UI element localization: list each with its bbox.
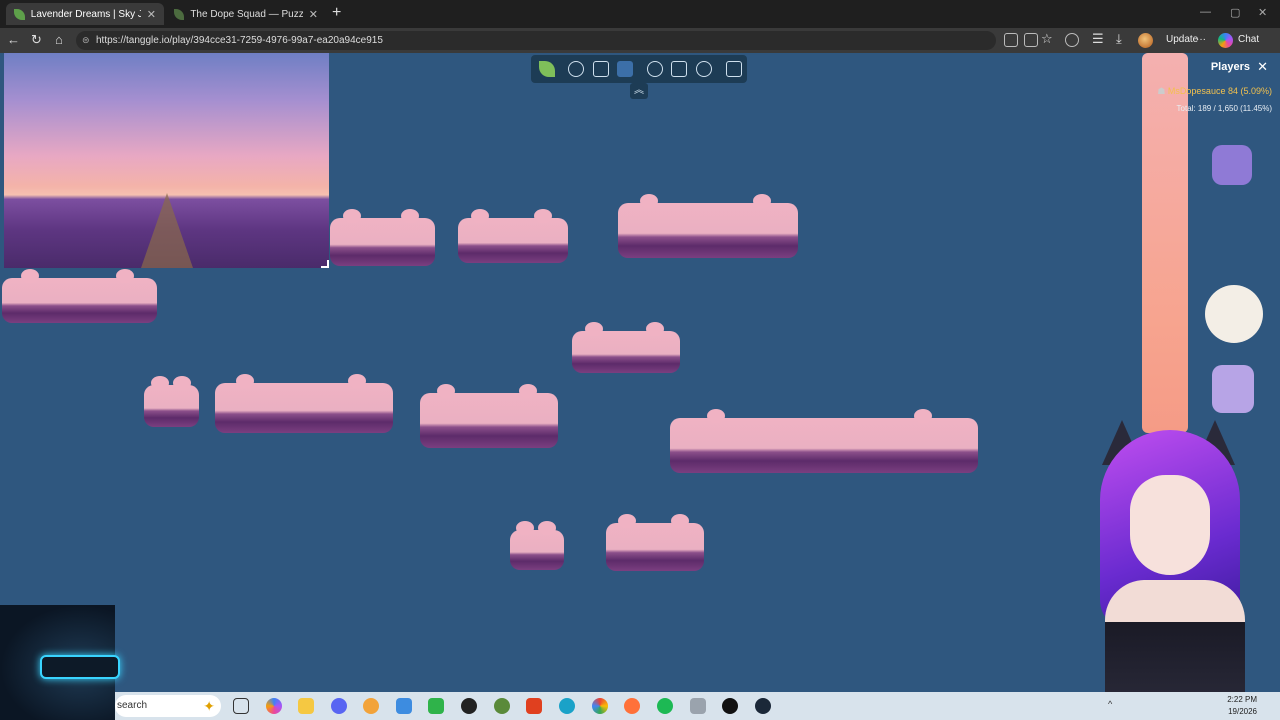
piece-group[interactable]	[420, 384, 558, 448]
close-tab-icon[interactable]: ✕	[147, 8, 156, 21]
device-image	[40, 655, 120, 679]
tab-title: The Dope Squad — Puzzles	[190, 8, 303, 20]
url-text: https://tanggle.io/play/394cce31-7259-49…	[96, 35, 383, 46]
leaf-logo-icon[interactable]	[539, 61, 555, 77]
minimize-icon[interactable]: —	[1200, 6, 1211, 18]
h-app-icon[interactable]	[428, 698, 444, 714]
copilot-icon[interactable]	[266, 698, 282, 714]
tab-dope-squad[interactable]: The Dope Squad — Puzzles ✕	[166, 3, 326, 25]
game-toolbar	[531, 55, 747, 83]
clock-date: 19/2026	[1228, 707, 1257, 716]
share-icon[interactable]	[671, 61, 687, 77]
home-icon[interactable]: ⌂	[55, 32, 63, 47]
windows-taskbar: search ✦ ^ 2:22 PM 19/2026	[115, 692, 1280, 720]
players-total: Total: 189 / 1,650 (11.45%)	[1176, 104, 1272, 113]
piece-group[interactable]	[618, 194, 798, 258]
loose-piece[interactable]	[1212, 365, 1254, 413]
brave-icon[interactable]	[526, 698, 542, 714]
settings-icon[interactable]	[696, 61, 712, 77]
refresh-icon[interactable]: ↻	[31, 32, 42, 48]
piece-group[interactable]	[510, 521, 564, 570]
file-explorer-icon[interactable]	[298, 698, 314, 714]
update-button[interactable]: Update	[1166, 34, 1198, 45]
extensions-icon[interactable]	[1065, 33, 1079, 47]
system-clock[interactable]: 2:22 PM 19/2026	[1207, 694, 1257, 718]
downloads-icon[interactable]: ⤓	[1116, 31, 1122, 47]
tanggle-favicon-icon	[174, 8, 185, 20]
loose-piece[interactable]	[1205, 285, 1263, 343]
piece-group[interactable]	[606, 514, 704, 571]
firefox-icon[interactable]	[624, 698, 640, 714]
loose-piece[interactable]	[1212, 145, 1252, 185]
address-toolbar: ← ↻ ⌂ ⊜ https://tanggle.io/play/394cce31…	[0, 28, 1280, 53]
piece-group[interactable]	[215, 374, 393, 433]
player-name: MsDopesauce	[1167, 86, 1226, 96]
chat-button[interactable]: Chat	[1238, 34, 1259, 45]
widgets-icon[interactable]	[233, 698, 249, 714]
kodi-icon[interactable]	[396, 698, 412, 714]
collapse-toolbar-icon[interactable]: ︽	[630, 83, 648, 99]
players-title: Players	[1210, 61, 1250, 73]
close-tab-icon[interactable]: ✕	[309, 8, 318, 21]
app-icon[interactable]	[363, 698, 379, 714]
player-avatar-icon: ☗	[1157, 86, 1166, 96]
profile-avatar[interactable]	[1138, 33, 1153, 48]
puzzle-preview-image[interactable]	[4, 53, 329, 268]
background-color-icon[interactable]	[617, 61, 633, 77]
piece-group[interactable]	[2, 269, 157, 323]
maximize-icon[interactable]: ▢	[1230, 6, 1240, 19]
taskbar-search[interactable]: search ✦	[115, 695, 221, 717]
sparkle-icon: ✦	[203, 698, 215, 714]
reading-view-icon[interactable]	[1024, 33, 1038, 47]
tab-lavender-dreams[interactable]: Lavender Dreams | Sky Jigsaw ✕	[6, 3, 164, 25]
puzzle-piece-icon[interactable]	[568, 61, 584, 77]
fullscreen-icon[interactable]	[726, 61, 742, 77]
steam-icon[interactable]	[755, 698, 771, 714]
piece-group[interactable]	[144, 376, 199, 427]
app-icon-3[interactable]	[690, 698, 706, 714]
close-players-icon[interactable]: ✕	[1257, 59, 1268, 75]
site-info-icon[interactable]: ⊜	[82, 31, 90, 50]
browser-tab-bar: Lavender Dreams | Sky Jigsaw ✕ The Dope …	[0, 0, 1280, 28]
back-icon[interactable]: ←	[7, 32, 20, 47]
tanggle-favicon-icon	[14, 8, 25, 20]
chrome-icon[interactable]	[592, 698, 608, 714]
piece-group[interactable]	[458, 209, 568, 263]
app-available-icon[interactable]	[1004, 33, 1018, 47]
tab-title: Lavender Dreams | Sky Jigsaw	[30, 8, 141, 20]
piece-group[interactable]	[572, 322, 680, 373]
more-options-icon[interactable]: ···	[1196, 34, 1206, 45]
favorite-star-icon[interactable]: ☆	[1041, 31, 1053, 47]
avatar-face	[1130, 475, 1210, 575]
vtuber-avatar-overlay	[1080, 420, 1280, 720]
tray-overflow-icon[interactable]: ^	[1108, 699, 1112, 709]
url-bar[interactable]: ⊜ https://tanggle.io/play/394cce31-7259-…	[76, 31, 996, 50]
webcam-overlay	[0, 605, 120, 720]
edge-icon[interactable]	[559, 698, 575, 714]
discord-icon[interactable]	[331, 698, 347, 714]
preview-resize-handle[interactable]	[321, 260, 329, 268]
new-tab-icon[interactable]: +	[332, 4, 341, 22]
favorites-icon[interactable]: ☰	[1092, 31, 1104, 47]
player-stats: 84 (5.09%)	[1227, 86, 1272, 96]
search-placeholder: search	[117, 700, 148, 711]
clock-time: 2:22 PM	[1227, 695, 1257, 704]
preview-path	[141, 193, 193, 268]
app-icon-2[interactable]	[494, 698, 510, 714]
piece-group[interactable]	[670, 409, 978, 473]
copilot-icon[interactable]	[1218, 33, 1233, 48]
image-icon[interactable]	[593, 61, 609, 77]
app-icon-4[interactable]	[722, 698, 738, 714]
player-row: ☗ MsDopesauce 84 (5.09%)	[1157, 86, 1272, 97]
players-icon[interactable]	[647, 61, 663, 77]
piece-group[interactable]	[330, 209, 435, 266]
obs-icon[interactable]	[461, 698, 477, 714]
players-panel: Players ✕ ☗ MsDopesauce 84 (5.09%) Total…	[1140, 53, 1280, 123]
close-window-icon[interactable]: ✕	[1258, 6, 1267, 19]
spotify-icon[interactable]	[657, 698, 673, 714]
